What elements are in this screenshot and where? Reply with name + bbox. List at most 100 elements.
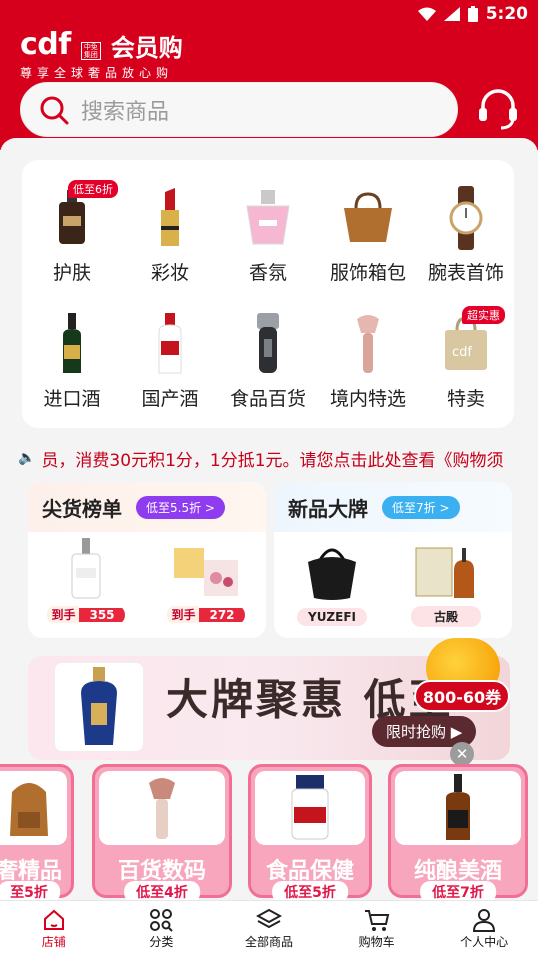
baijiu-bottle-icon <box>158 313 182 374</box>
new-brands-discount-pill[interactable]: 低至7折 > <box>382 495 460 519</box>
category-makeup[interactable]: 彩妆 <box>120 184 220 285</box>
app-name: 会员购 <box>110 34 183 62</box>
category-label: 境内特选 <box>329 388 406 410</box>
nav-profile[interactable]: 个人中心 <box>430 901 538 956</box>
category-flash-sale[interactable]: cdf 超实惠 特卖 <box>416 306 516 411</box>
liquor-bottle-icon <box>63 313 81 373</box>
user-icon <box>473 909 496 932</box>
nav-label: 购物车 <box>358 935 395 949</box>
hot-list-product[interactable]: 到手 272 <box>156 538 256 625</box>
store-home-icon <box>43 909 64 930</box>
customer-service-icon[interactable] <box>475 86 521 132</box>
serum-bottle-image <box>71 538 101 599</box>
price-label: 到手 <box>47 606 80 623</box>
layers-icon <box>255 908 282 929</box>
category-label: 彩妆 <box>150 262 189 284</box>
category-label: 食品百货 <box>229 388 306 410</box>
notice-text: 员，消费30元积1分，1分抵1元。请您点击此处查看《购物须 <box>41 450 504 471</box>
lipstick-icon <box>161 188 179 246</box>
coupon-float[interactable]: 800-60券 <box>414 638 510 714</box>
category-label: 服饰箱包 <box>329 262 406 284</box>
hot-list-discount-pill[interactable]: 低至5.5折 > <box>136 495 225 519</box>
category-grid: 低至6折 护肤 彩妆 香氛 服饰箱包 腕表首饰 进口酒 国产酒 食品百货 境内特… <box>22 160 514 428</box>
signal-icon <box>443 7 460 21</box>
logo-badge: 中免集团 <box>80 42 101 60</box>
category-apparel-bags[interactable]: 服饰箱包 <box>318 184 418 285</box>
nav-label: 店铺 <box>41 935 66 949</box>
nav-all-products[interactable]: 全部商品 <box>215 901 323 956</box>
nav-cart[interactable]: 购物车 <box>323 901 431 956</box>
hot-list-title: 尖货榜单 <box>42 496 122 521</box>
search-bar[interactable]: 搜索商品 <box>20 82 458 137</box>
cognac-image <box>415 547 474 598</box>
speaker-icon: 🔈 <box>18 450 36 466</box>
perfume-icon <box>246 190 290 245</box>
nav-store[interactable]: 店铺 <box>0 901 108 956</box>
category-domestic-liquor[interactable]: 国产酒 <box>120 310 220 411</box>
supplement-bottle-icon <box>291 775 329 840</box>
category-skincare[interactable]: 低至6折 护肤 <box>22 180 122 285</box>
nav-category[interactable]: 分类 <box>108 901 216 956</box>
battery-icon <box>467 6 478 22</box>
cart-icon <box>364 910 389 931</box>
category-label: 护肤 <box>52 262 91 284</box>
price-label: 到手 <box>167 606 200 623</box>
price-value: 355 <box>79 607 125 622</box>
nav-label: 全部商品 <box>244 935 293 949</box>
hot-list-card[interactable]: 尖货榜单 低至5.5折 > 到手 355 到手 272 <box>28 482 266 638</box>
shaver-icon <box>257 313 279 373</box>
serum-bottle-icon <box>59 190 85 244</box>
category-tag: 低至6折 <box>68 180 118 198</box>
handbag-icon <box>344 192 392 242</box>
backpack-icon <box>10 783 48 836</box>
hot-list-product[interactable]: 到手 355 <box>36 538 136 625</box>
category-grid-icon <box>150 909 174 932</box>
search-icon <box>40 96 69 124</box>
slogan: 尊享全球奢品放心购 <box>20 66 174 80</box>
beauty-device-icon <box>149 778 175 839</box>
category-watches-jewelry[interactable]: 腕表首饰 <box>416 184 516 285</box>
category-fragrance[interactable]: 香氛 <box>218 184 318 285</box>
promo-tile-strip: 奢精品 至5折 百货数码 低至4折 食品保健 低至5折 纯酿美酒 低至7折 <box>0 764 538 904</box>
nav-label: 分类 <box>149 935 174 949</box>
category-label: 进口酒 <box>43 388 101 410</box>
brand-product[interactable]: YUZEFI <box>282 540 382 626</box>
blue-baijiu-bottle-icon <box>81 667 117 745</box>
beauty-device-icon <box>357 315 379 373</box>
status-time: 5:20 <box>485 4 528 24</box>
bottom-nav: 店铺 分类 全部商品 购物车 个人中心 <box>0 900 538 956</box>
close-icon[interactable]: ✕ <box>450 742 474 766</box>
new-brands-title: 新品大牌 <box>288 496 368 521</box>
promo-tile-luxury[interactable]: 奢精品 至5折 <box>0 764 74 903</box>
whisky-bottle-icon <box>446 774 470 840</box>
category-label: 腕表首饰 <box>427 262 504 284</box>
category-food-goods[interactable]: 食品百货 <box>218 310 318 411</box>
wifi-icon <box>417 7 436 21</box>
giftbox-image <box>174 548 238 596</box>
banner-product-image <box>54 662 144 752</box>
status-bar: 5:20 <box>0 0 538 28</box>
brand-logo: cdf 中免集团 会员购 尊享全球奢品放心购 <box>20 30 183 81</box>
promo-tile-food-health[interactable]: 食品保健 低至5折 <box>248 764 372 903</box>
notice-marquee[interactable]: 🔈 员，消费30元积1分，1分抵1元。请您点击此处查看《购物须 <box>18 446 523 470</box>
new-brands-card[interactable]: 新品大牌 低至7折 > YUZEFI 古殿 <box>274 482 512 638</box>
promo-tile-goods-digital[interactable]: 百货数码 低至4折 <box>92 764 232 903</box>
app-root: 5:20 cdf 中免集团 会员购 尊享全球奢品放心购 搜索商品 低至6折 护肤… <box>0 0 538 956</box>
category-domestic-select[interactable]: 境内特选 <box>318 310 418 411</box>
coupon-label: 800-60券 <box>414 680 510 712</box>
category-label: 香氛 <box>248 262 287 284</box>
nav-label: 个人中心 <box>460 935 509 949</box>
logo-text: cdf <box>20 27 71 62</box>
promo-tile-fine-liquor[interactable]: 纯酿美酒 低至7折 <box>388 764 528 903</box>
brand-product[interactable]: 古殿 <box>396 540 496 627</box>
price-value: 272 <box>199 607 245 622</box>
brand-name: YUZEFI <box>297 608 367 626</box>
svg-text:cdf: cdf <box>452 345 472 360</box>
shopping-bag-icon: cdf <box>445 316 487 370</box>
category-label: 国产酒 <box>141 388 199 410</box>
black-bag-image <box>308 548 356 600</box>
category-imported-liquor[interactable]: 进口酒 <box>22 310 122 411</box>
category-tag: 超实惠 <box>462 306 505 324</box>
watch-icon <box>449 186 483 250</box>
category-label: 特卖 <box>446 388 485 410</box>
